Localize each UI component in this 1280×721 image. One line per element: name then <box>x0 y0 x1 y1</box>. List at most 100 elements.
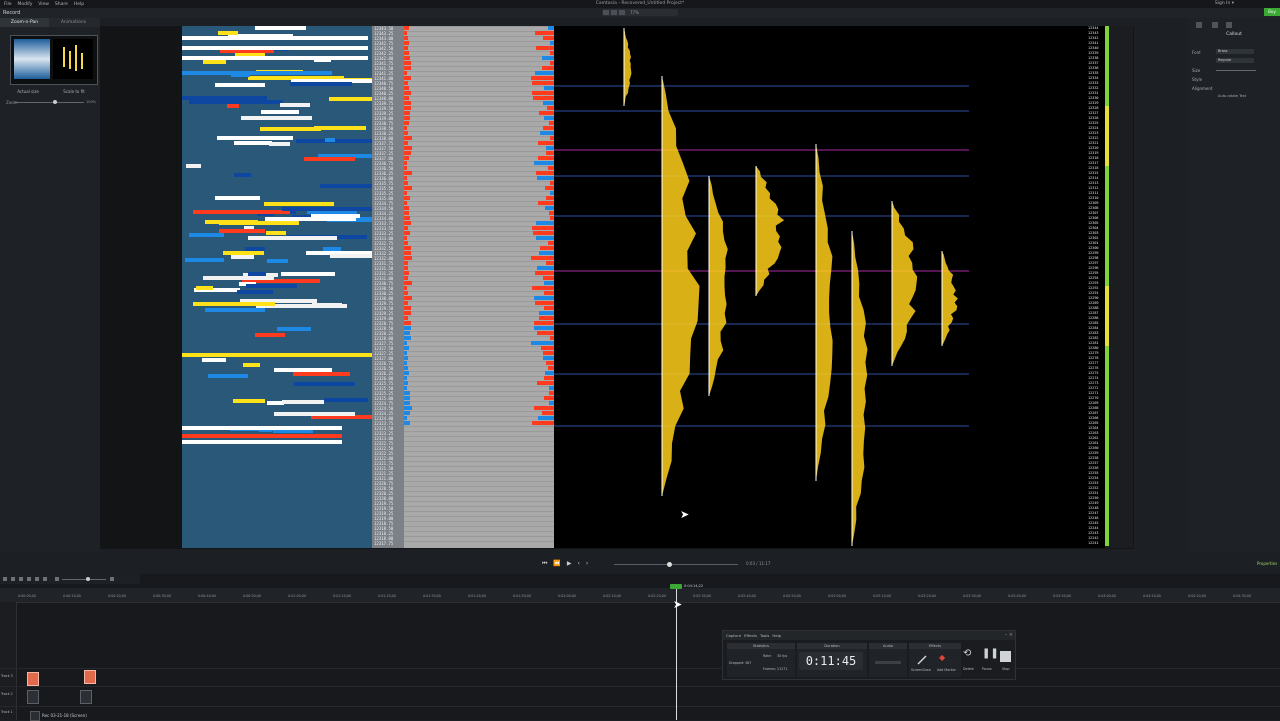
volume-gridline <box>404 126 554 127</box>
next-clip-button[interactable]: › <box>586 560 588 567</box>
volume-gridline <box>404 356 554 357</box>
volume-gridline <box>404 511 554 512</box>
auto-rotate-checkbox[interactable]: Auto-rotate Text <box>1218 94 1246 98</box>
gear-icon[interactable] <box>1226 22 1232 28</box>
order-book-bar <box>215 83 265 87</box>
record-button[interactable]: Record <box>3 10 20 16</box>
delete-icon[interactable]: ⟲ <box>963 648 971 659</box>
volume-bar <box>404 91 411 95</box>
pan-tool-icon[interactable] <box>611 10 617 15</box>
undo-icon[interactable] <box>3 577 7 581</box>
timeline-clip[interactable] <box>27 672 39 686</box>
zoom-out-icon[interactable] <box>55 577 59 581</box>
split-icon[interactable] <box>43 577 47 581</box>
timeline-tick-label: 0:01:10;00 <box>333 594 352 598</box>
stop-icon[interactable] <box>1000 651 1011 662</box>
timeline-tick-label: 0:02:20;00 <box>648 594 667 598</box>
price-scale-label: 12331 <box>1088 91 1099 95</box>
volume-bar <box>404 256 412 260</box>
timeline-zoom-slider[interactable] <box>62 579 106 580</box>
timeline-clip[interactable] <box>80 690 92 704</box>
copy-icon[interactable] <box>27 577 31 581</box>
volume-gridline <box>404 271 554 272</box>
timeline-ruler[interactable] <box>0 588 1280 603</box>
volume-gridline <box>404 201 554 202</box>
crop-tool-icon[interactable] <box>619 10 625 15</box>
tab-animations[interactable]: Animations <box>49 18 98 27</box>
price-scale-label: 12309 <box>1088 201 1099 205</box>
step-back-button[interactable]: ⏮ <box>542 560 547 568</box>
scale-to-fit-button[interactable]: Scale to fit <box>54 88 94 95</box>
zoom-slider[interactable] <box>14 102 84 103</box>
volume-gridline <box>404 251 554 252</box>
track-2-label[interactable]: Track 2 <box>1 692 13 696</box>
volume-bar <box>404 411 410 415</box>
screendraw-button[interactable]: ScreenDraw <box>911 668 931 672</box>
zoom-slider-handle[interactable] <box>53 100 57 104</box>
visual-props-icon[interactable] <box>1196 22 1202 28</box>
timeline-zoom-handle[interactable] <box>86 577 90 581</box>
audio-level-slider[interactable] <box>875 661 901 664</box>
rewind-button[interactable]: ⏪ <box>553 560 560 567</box>
screendraw-icon[interactable] <box>917 655 927 665</box>
volume-bar <box>539 311 554 315</box>
recorder-menu-tools[interactable]: Tools <box>760 631 769 640</box>
play-button[interactable]: ▶ <box>567 560 572 567</box>
zoom-preview-thumbnail[interactable] <box>10 35 98 85</box>
price-scale-label: 12247 <box>1088 511 1099 515</box>
volume-gridline <box>404 311 554 312</box>
price-scale-label: 12342 <box>1088 36 1099 40</box>
volume-gridline <box>404 191 554 192</box>
redo-icon[interactable] <box>11 577 15 581</box>
pause-button[interactable]: Pause <box>982 667 992 671</box>
buy-button[interactable]: Buy <box>1264 8 1280 16</box>
volume-gridline <box>404 181 554 182</box>
volume-bar <box>404 211 409 215</box>
paste-icon[interactable] <box>35 577 39 581</box>
track-1-label[interactable]: Track 1 <box>1 710 13 714</box>
recorder-menu-effects[interactable]: Effects <box>744 631 757 640</box>
order-book-bar <box>294 382 355 386</box>
volume-bar <box>538 141 554 145</box>
volume-bar <box>404 156 409 160</box>
recorder-menu-help[interactable]: Help <box>772 631 781 640</box>
scrubber-handle[interactable] <box>667 562 672 567</box>
volume-bar <box>546 196 554 200</box>
actual-size-button[interactable]: Actual size <box>8 88 48 95</box>
text-props-icon[interactable] <box>1212 22 1218 28</box>
pause-icon[interactable]: ❚❚ <box>982 648 999 659</box>
order-book-bar <box>182 434 342 438</box>
size-label: Size <box>1192 68 1201 73</box>
price-scale-label: 12243 <box>1088 531 1099 535</box>
price-level: 12317.75 <box>374 541 394 546</box>
font-weight-select[interactable]: Regular <box>1216 58 1254 63</box>
side-strip-bar <box>1105 166 1109 286</box>
close-icon[interactable]: – × <box>1005 631 1013 640</box>
clip-name[interactable]: Rec 03-21-18 (Screen) <box>42 713 87 718</box>
playhead-handle[interactable] <box>670 584 682 589</box>
prev-clip-button[interactable]: ‹ <box>578 560 580 567</box>
volume-gridline <box>404 516 554 517</box>
select-tool-icon[interactable] <box>603 10 609 15</box>
sign-in-link[interactable]: Sign In ▾ <box>1215 0 1234 8</box>
volume-gridline <box>404 291 554 292</box>
zoom-in-icon[interactable] <box>110 577 114 581</box>
timeline-clip[interactable] <box>27 690 39 704</box>
add-marker-button[interactable]: Add Marker <box>937 668 956 672</box>
volume-bar <box>404 46 408 50</box>
track-3-label[interactable]: Track 3 <box>1 674 13 678</box>
playback-scrubber[interactable] <box>614 564 738 565</box>
tab-zoom-n-pan[interactable]: Zoom-n-Pan <box>0 18 49 27</box>
canvas-zoom[interactable]: 77% <box>630 9 639 16</box>
add-marker-icon[interactable]: ◆ <box>939 653 945 662</box>
cut-icon[interactable] <box>19 577 23 581</box>
delete-button[interactable]: Delete <box>963 667 974 671</box>
properties-toggle-button[interactable]: Properties <box>1257 561 1277 566</box>
timeline-clip[interactable] <box>84 670 96 684</box>
size-slider[interactable] <box>1216 70 1256 71</box>
price-scale-label: 12249 <box>1088 501 1099 505</box>
stop-button[interactable]: Stop <box>1002 667 1010 671</box>
font-select[interactable]: Brass <box>1216 49 1254 54</box>
recorder-menu-capture[interactable]: Capture <box>726 631 741 640</box>
price-scale-label: 12328 <box>1088 106 1099 110</box>
